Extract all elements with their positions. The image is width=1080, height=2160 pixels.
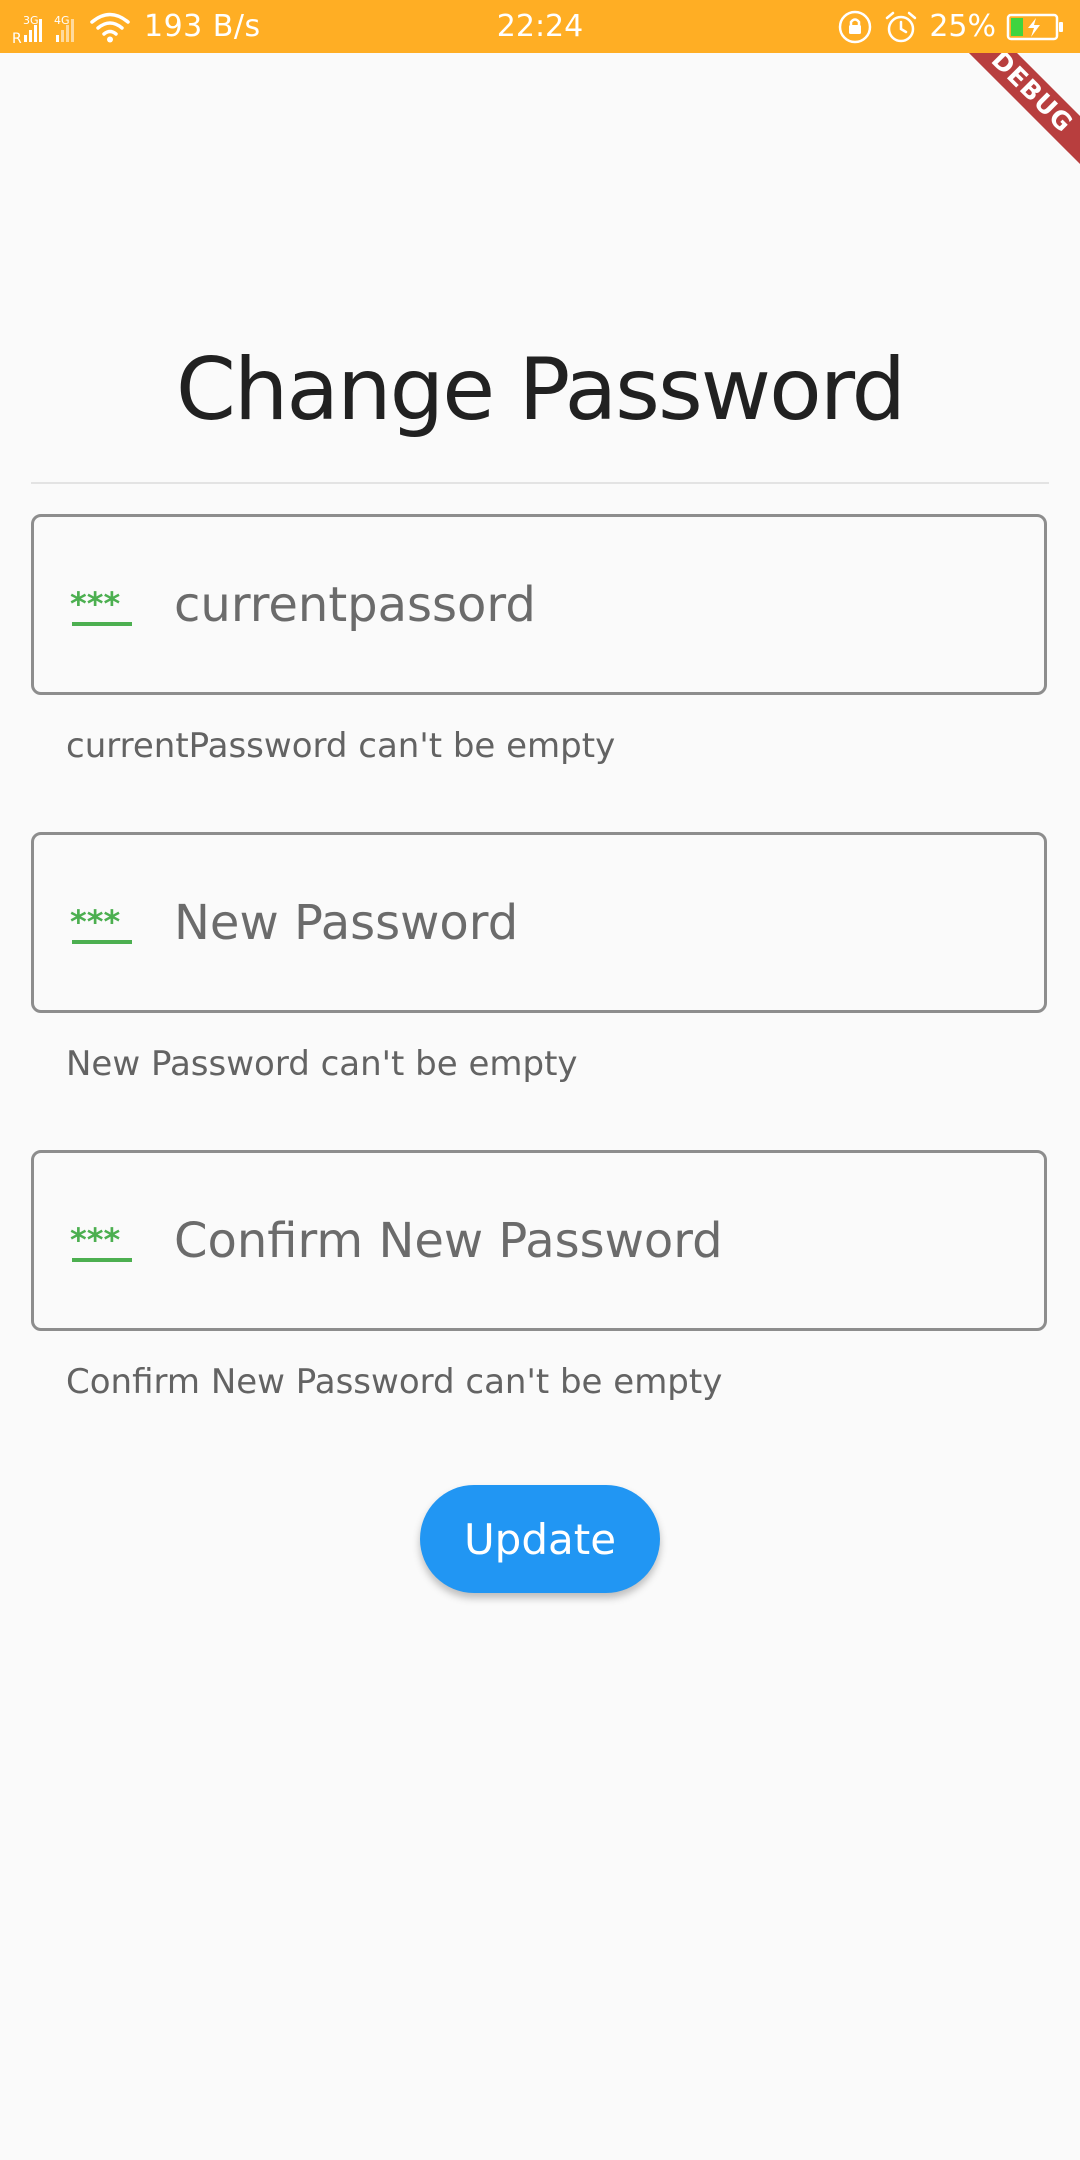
alarm-icon	[886, 11, 917, 42]
confirm-password-error: Confirm New Password can't be empty	[66, 1362, 723, 1402]
debug-banner: DEBUG	[960, 53, 1080, 173]
battery-percent: 25%	[929, 9, 996, 44]
svg-text:***: ***	[70, 907, 120, 941]
lock-rotation-icon	[839, 10, 872, 43]
current-password-input[interactable]	[174, 517, 1014, 692]
password-icon: ***	[70, 907, 132, 944]
confirm-password-input[interactable]	[174, 1153, 1014, 1328]
new-password-error: New Password can't be empty	[66, 1044, 578, 1084]
page-title: Change Password	[175, 340, 906, 440]
confirm-password-field[interactable]: ***	[31, 1150, 1047, 1331]
password-icon: ***	[70, 1225, 132, 1262]
update-button[interactable]: Update	[420, 1485, 660, 1593]
new-password-field[interactable]: ***	[31, 832, 1047, 1013]
password-icon: ***	[70, 589, 132, 626]
new-password-input[interactable]	[174, 835, 1014, 1010]
status-right: 25%	[837, 0, 1064, 53]
current-password-error: currentPassword can't be empty	[66, 726, 616, 766]
debug-ribbon-label: DEBUG	[960, 53, 1080, 173]
svg-text:***: ***	[70, 589, 120, 623]
svg-text:***: ***	[70, 1225, 120, 1259]
battery-charging-icon	[1006, 13, 1063, 40]
current-password-field[interactable]: ***	[31, 514, 1047, 695]
title-divider	[31, 482, 1049, 484]
status-bar: R 3G 4G 193 B/s 22:24 25%	[0, 0, 1080, 53]
